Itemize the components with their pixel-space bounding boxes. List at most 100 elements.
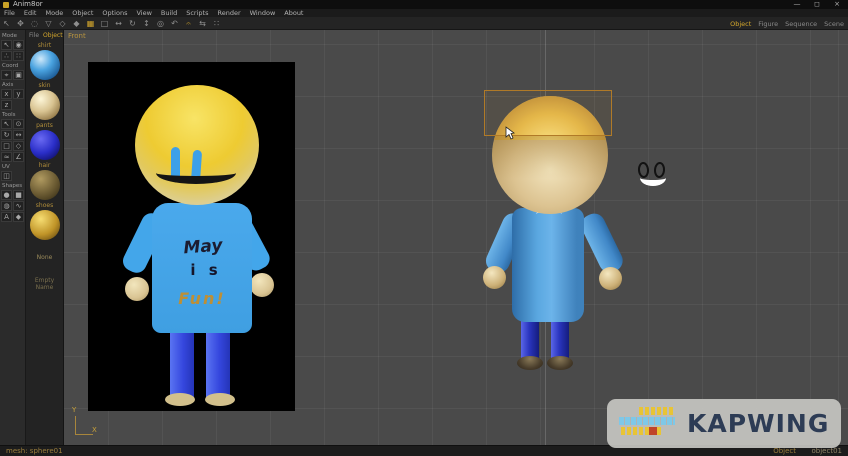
material-item: hair (26, 162, 63, 200)
material-name: shirt (37, 42, 52, 49)
subdivide-icon[interactable]: ∷ (212, 19, 221, 29)
editor-mode-tabs: Object Figure Sequence Scene (730, 17, 844, 30)
menu-view[interactable]: View (136, 9, 151, 17)
view-eye-icon[interactable]: ◉ (13, 40, 24, 50)
close-button[interactable]: × (830, 0, 844, 9)
spline-shape-icon[interactable]: ∿ (13, 201, 24, 211)
material-sphere-pants[interactable] (29, 130, 60, 160)
axis-z-toggle[interactable]: z (1, 100, 12, 110)
anim8or-window: Anim8or — ◻ × File Edit Mode Object Opti… (0, 0, 848, 456)
material-item: pants (26, 122, 63, 160)
smooth-shaded-icon[interactable]: ◆ (72, 19, 81, 29)
cube-shape-icon[interactable]: ■ (13, 190, 24, 200)
viewport-front[interactable]: Front May i s Fun! Y X (64, 30, 848, 445)
material-none-label: None (36, 254, 53, 261)
menu-build[interactable]: Build (161, 9, 177, 17)
screen-coord-icon[interactable]: ▣ (13, 70, 24, 80)
ref-shirt: May i s Fun! (152, 203, 252, 333)
menu-edit[interactable]: Edit (24, 9, 37, 17)
move-icon[interactable]: ↔ (114, 19, 123, 29)
scale-icon[interactable]: ↕ (142, 19, 151, 29)
axis-y-toggle[interactable]: y (13, 89, 24, 99)
menu-mode[interactable]: Mode (45, 9, 63, 17)
undo-icon[interactable]: ↶ (170, 19, 179, 29)
restore-button[interactable]: ◻ (810, 0, 824, 9)
toolbar-icons: ↖ ✥ ◌ ▽ ◇ ◆ ▦ □ ↔ ↻ ↕ ◎ ↶ 𝄐 ⇆ ∷ (2, 17, 221, 30)
material-sphere-shoes[interactable] (29, 210, 60, 240)
key-icon[interactable]: 𝄐 (184, 19, 193, 29)
kapwing-wordmark: KAPWING (687, 409, 830, 438)
rotate-icon[interactable]: ↻ (128, 19, 137, 29)
menu-render[interactable]: Render (217, 9, 240, 17)
ref-head (135, 85, 259, 205)
menu-window[interactable]: Window (250, 9, 276, 17)
tab-scene[interactable]: Scene (824, 20, 844, 28)
arrow-tool-icon[interactable]: ↖ (1, 119, 12, 129)
rotate-tool-icon[interactable]: ↻ (1, 130, 12, 140)
axis-mode-icon[interactable]: ∷ (13, 51, 24, 61)
app-icon (3, 2, 9, 8)
flat-shaded-icon[interactable]: ◇ (58, 19, 67, 29)
material-name: shoes (35, 202, 54, 209)
curve-tool-icon[interactable]: ≈ (1, 152, 12, 162)
axis-y-label: Y (72, 406, 77, 414)
menu-scripts[interactable]: Scripts (186, 9, 208, 17)
wireframe-icon[interactable]: ▽ (44, 19, 53, 29)
title-bar: Anim8or — ◻ × (0, 0, 848, 9)
materials-tab-object[interactable]: Object (43, 32, 63, 39)
ref-smile (156, 162, 236, 184)
uniform-scale-icon[interactable]: ◎ (156, 19, 165, 29)
mesh-shape-icon[interactable]: ◆ (13, 212, 24, 222)
select-icon[interactable]: □ (100, 19, 109, 29)
model-hair-shade (492, 136, 608, 214)
menu-file[interactable]: File (4, 9, 15, 17)
menu-about[interactable]: About (284, 9, 303, 17)
select-mode-icon[interactable]: ↖ (1, 40, 12, 50)
material-sphere-shirt[interactable] (29, 50, 60, 80)
point-edit-icon[interactable]: ∴ (1, 51, 12, 61)
material-item: shirt (26, 42, 63, 80)
tab-object[interactable]: Object (730, 20, 751, 28)
material-sphere-skin[interactable] (29, 90, 60, 120)
ref-right-hand (250, 273, 274, 297)
zoom-icon[interactable]: ◌ (30, 19, 39, 29)
mirror-icon[interactable]: ⇆ (198, 19, 207, 29)
floating-smile[interactable] (640, 170, 666, 186)
ref-shirt-text-line2: i s (190, 261, 222, 279)
ref-right-leg (206, 328, 230, 398)
text-shape-icon[interactable]: A (1, 212, 12, 222)
section-uv-label: UV (2, 164, 10, 170)
section-coord-label: Coord (2, 63, 19, 69)
uv-tool-icon[interactable]: ◫ (1, 171, 12, 181)
pointer-icon[interactable]: ↖ (2, 19, 11, 29)
material-sphere-hair[interactable] (29, 170, 60, 200)
minimize-button[interactable]: — (790, 0, 804, 9)
drag-tool-icon[interactable]: ↔ (13, 130, 24, 140)
tab-figure[interactable]: Figure (758, 20, 778, 28)
menu-bar: File Edit Mode Object Options View Build… (0, 9, 848, 17)
material-item: skin (26, 82, 63, 120)
pan-icon[interactable]: ✥ (16, 19, 25, 29)
rect-tool-icon[interactable]: □ (1, 141, 12, 151)
material-name: pants (36, 122, 53, 129)
ref-left-foot (165, 393, 195, 406)
grid-snap-icon[interactable]: ▦ (86, 19, 95, 29)
materials-tab-file[interactable]: File (29, 32, 39, 39)
tab-sequence[interactable]: Sequence (785, 20, 817, 28)
sphere-shape-icon[interactable]: ● (1, 190, 12, 200)
ref-shirt-text-line3: Fun! (178, 289, 226, 308)
section-mode-label: Mode (2, 33, 17, 39)
world-coord-icon[interactable]: ⌖ (1, 70, 12, 80)
axis-indicator: Y X (68, 406, 98, 440)
diamond-tool-icon[interactable]: ◇ (13, 141, 24, 151)
menu-object[interactable]: Object (72, 9, 93, 17)
view-label: Front (68, 32, 86, 40)
status-mode-label: Object (773, 447, 796, 455)
axis-x-toggle[interactable]: x (1, 89, 12, 99)
menu-options[interactable]: Options (102, 9, 127, 17)
left-tool-panel: Mode ↖ ◉ ∴ ∷ Coord ⌖ ▣ Axis x y z Tools … (0, 30, 26, 445)
angle-tool-icon[interactable]: ∠ (13, 152, 24, 162)
axis-x-label: X (92, 426, 97, 434)
circle-select-icon[interactable]: ⊙ (13, 119, 24, 129)
cylinder-shape-icon[interactable]: ◍ (1, 201, 12, 211)
